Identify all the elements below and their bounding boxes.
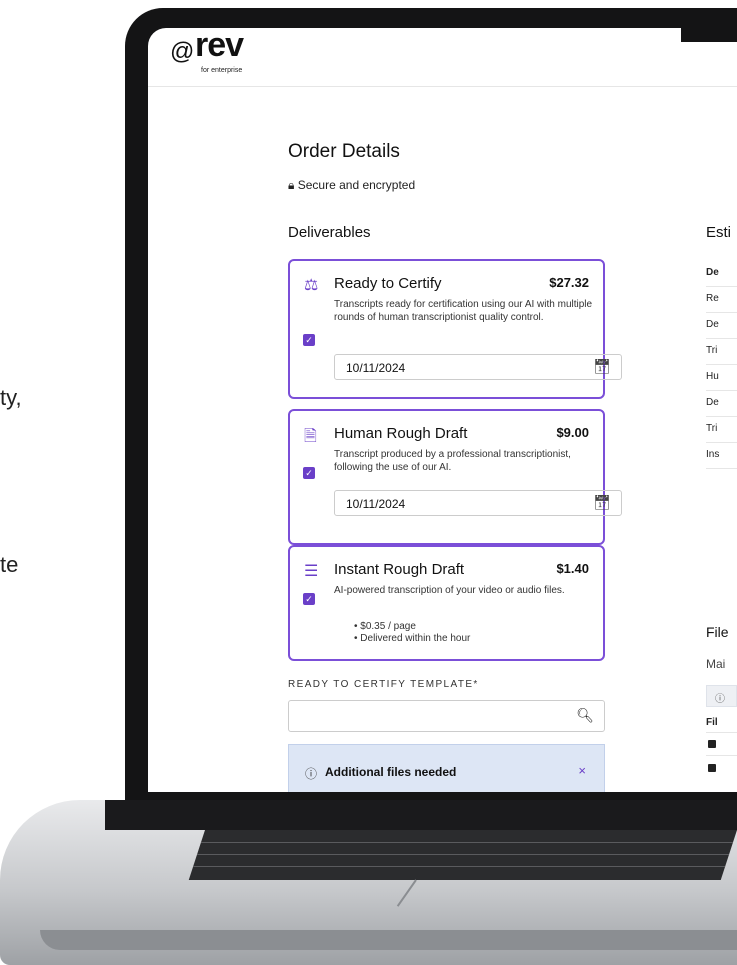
alert-text: Additional files needed [325,765,457,779]
files-info-banner: ⓘ [706,685,737,707]
table-divider [706,286,737,287]
table-divider [706,390,737,391]
side-text-line2: te [0,552,19,577]
deliverable-card-human-rough-draft[interactable]: 🗎︎ Human Rough Draft $9.00 Transcript pr… [288,409,622,545]
lock-icon: 🔒︎ [288,178,295,192]
table-divider [706,442,737,443]
info-icon: ⓘ [305,767,318,781]
table-divider [706,338,737,339]
table-divider [706,732,737,733]
table-header: De [706,267,719,278]
table-row: De [706,397,719,408]
bullet-item: • $0.35 / page [354,621,416,632]
document-icon: 🗎︎ [304,428,317,445]
table-row: Ins [706,449,720,460]
table-row: Hu [706,371,719,382]
additional-files-alert: ⓘ Additional files needed × [288,744,605,792]
calendar-icon[interactable]: 📅︎ [593,358,611,375]
files-heading: File [706,624,729,640]
table-divider [706,755,737,756]
laptop-hinge [105,800,737,830]
table-row: Re [706,293,719,304]
laptop-base-edge [40,930,737,950]
secure-label: 🔒︎ Secure and encrypted [288,178,416,192]
side-text-line1: ty, [0,385,22,410]
deliverable-description: AI-powered transcription of your video o… [334,585,565,596]
keyboard [188,830,737,880]
deliverable-price: $1.40 [556,561,589,576]
deliverable-title: Instant Rough Draft [334,561,465,578]
logo-subtitle: for enterprise [201,67,243,74]
logo-wordmark[interactable]: rev [195,28,244,65]
delivery-date-input[interactable]: 10/11/2024 📅︎ [334,354,622,380]
template-label: READY TO CERTIFY TEMPLATE* [288,679,479,690]
table-divider [706,364,737,365]
deliverables-heading: Deliverables [288,224,371,241]
deliverable-checkbox[interactable]: ✓ [303,593,315,605]
deliverable-checkbox[interactable]: ✓ [303,467,315,479]
header-divider [148,86,737,87]
table-row: Tri [706,423,718,434]
table-divider [706,468,737,469]
table-divider [706,312,737,313]
camera-notch [681,28,737,42]
delivery-date-value: 10/11/2024 [346,361,406,375]
delivery-date-input[interactable]: 10/11/2024 📅︎ [334,490,622,516]
logo-mark-icon[interactable]: @ [170,38,194,66]
deliverable-description: Transcript produced by a professional tr… [334,449,571,473]
calendar-icon[interactable]: 📅︎ [593,494,611,511]
screen: @ rev for enterprise Order Details 🔒︎ Se… [148,28,737,792]
table-row: Tri [706,345,718,356]
deliverable-description: Transcripts ready for certification usin… [334,299,593,323]
deliverable-checkbox[interactable]: ✓ [303,334,315,346]
deliverable-title: Ready to Certify [334,275,442,292]
deliverable-card-instant-rough-draft[interactable]: ☰ Instant Rough Draft $1.40 AI-powered t… [288,545,605,661]
table-row: De [706,319,719,330]
gavel-icon: ⚖ [304,277,319,294]
files-column-header: Fil [706,717,718,728]
deliverable-card-ready-to-certify[interactable]: ⚖ Ready to Certify $27.32 Transcripts re… [288,259,622,399]
table-divider [706,416,737,417]
deliverable-title: Human Rough Draft [334,425,468,442]
template-search-input[interactable]: 🔍︎ [288,700,605,732]
files-subheading: Mai [706,657,726,671]
file-icon [708,740,716,748]
list-document-icon: ☰ [304,563,319,580]
search-icon[interactable]: 🔍︎ [576,707,594,724]
bullet-item: • Delivered within the hour [354,633,471,644]
page-title: Order Details [288,141,400,162]
estimate-heading: Esti [706,224,732,241]
info-icon: ⓘ [715,694,725,705]
deliverable-price: $27.32 [549,275,589,290]
close-icon[interactable]: × [578,763,586,778]
delivery-date-value: 10/11/2024 [346,497,406,511]
file-icon [708,764,716,772]
deliverable-price: $9.00 [556,425,589,440]
